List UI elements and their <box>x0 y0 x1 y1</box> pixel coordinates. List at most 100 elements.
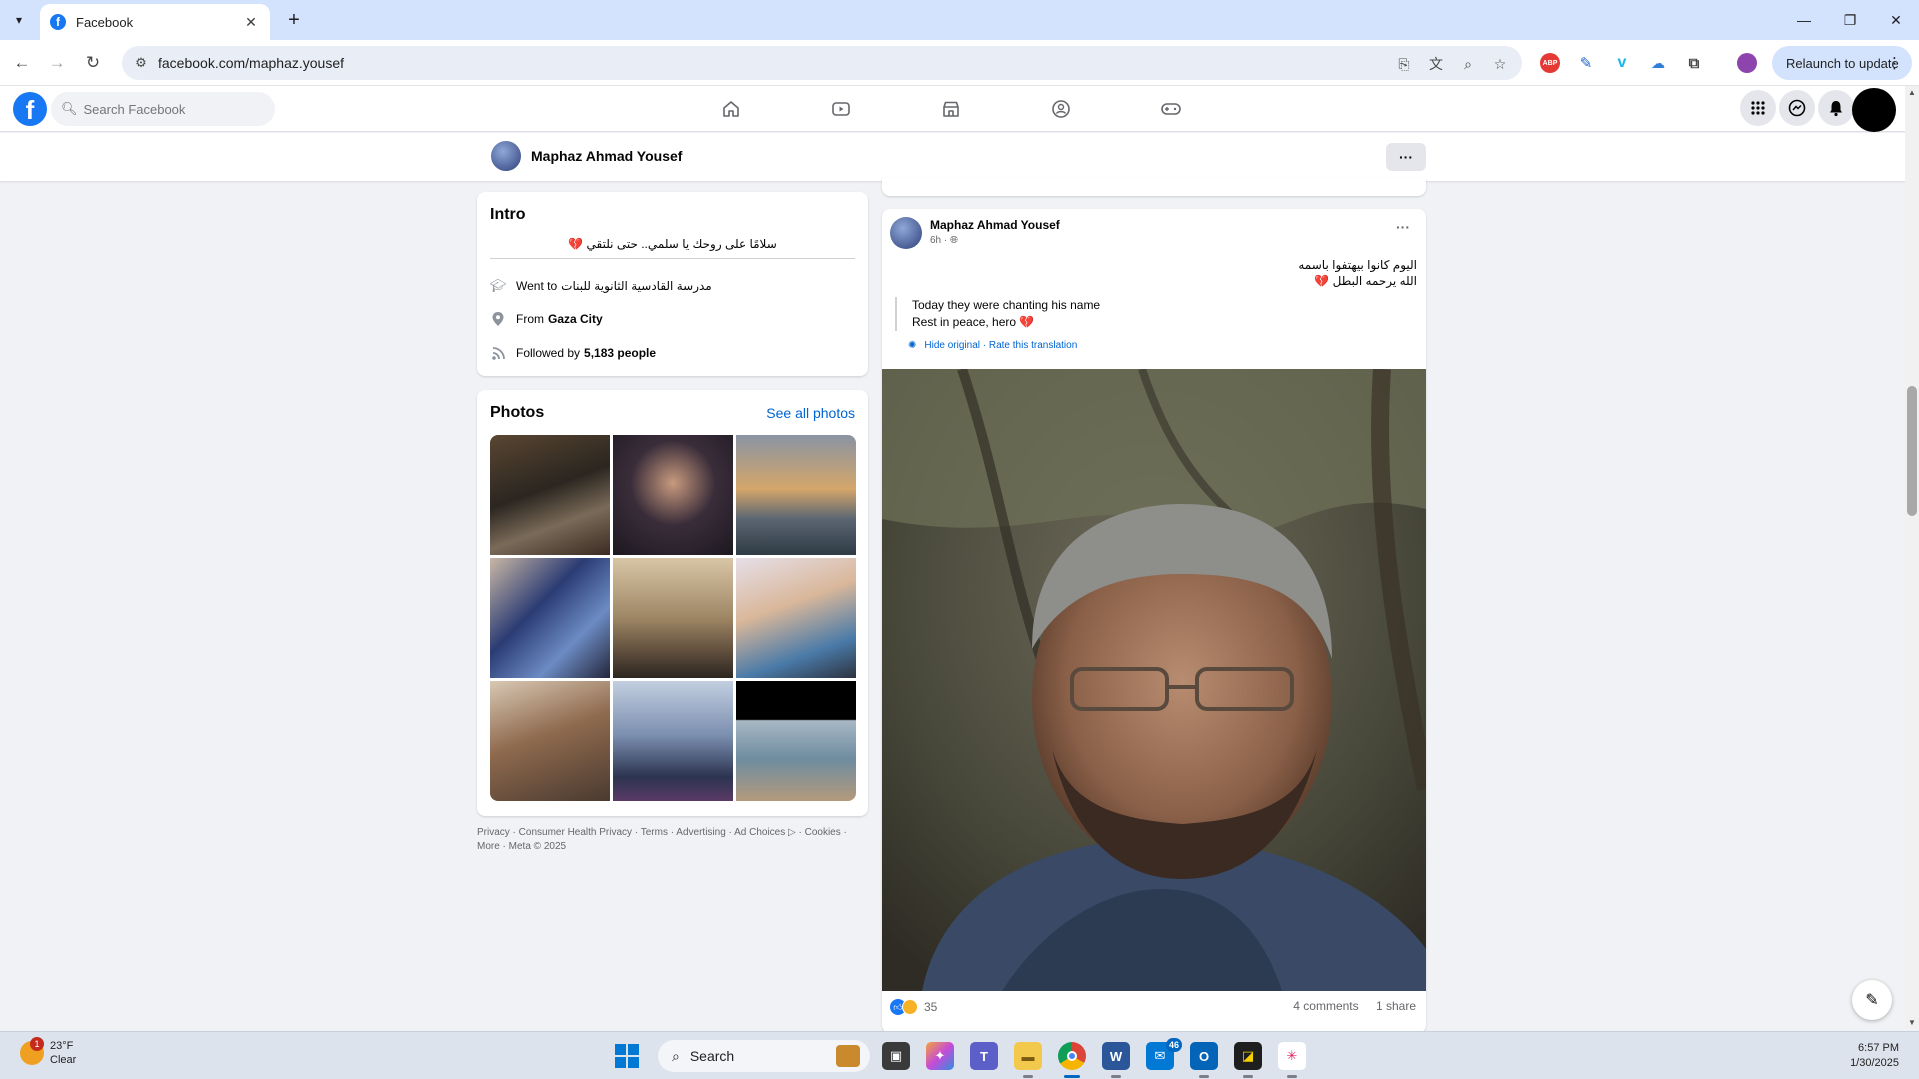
shares-count-link[interactable]: 1 share <box>1376 999 1416 1013</box>
translation-separator: · <box>979 340 989 351</box>
rate-translation-link[interactable]: Rate this translation <box>989 340 1077 351</box>
photo-thumbnail[interactable] <box>613 558 733 678</box>
translate-icon[interactable]: 文 <box>1426 54 1446 74</box>
post-photo[interactable] <box>882 369 1426 991</box>
photo-thumbnail[interactable] <box>613 681 733 801</box>
windows-taskbar: 1 23°F Clear ⌕ Search ▣ ✦ T ▬ W ✉ 46 O ◪ … <box>0 1031 1919 1079</box>
photo-thumbnail[interactable] <box>736 681 856 801</box>
copilot-icon[interactable]: ✦ <box>926 1042 954 1070</box>
sticky-notes-icon[interactable]: ◪ <box>1234 1042 1262 1078</box>
post-author-name[interactable]: Maphaz Ahmad Yousef <box>930 218 1060 232</box>
teams-icon[interactable]: T <box>970 1042 998 1070</box>
photo-thumbnail[interactable] <box>613 435 733 555</box>
post-options-button[interactable]: ··· <box>1396 219 1410 235</box>
address-url[interactable]: facebook.com/maphaz.yousef <box>158 55 344 71</box>
photo-thumbnail[interactable] <box>490 681 610 801</box>
marketplace-nav-icon[interactable] <box>921 94 981 124</box>
scroll-down-arrow-icon[interactable]: ▼ <box>1908 1018 1916 1027</box>
messenger-icon[interactable] <box>1779 90 1815 126</box>
system-clock[interactable]: 6:57 PM 1/30/2025 <box>1850 1041 1899 1071</box>
bookmark-star-icon[interactable]: ☆ <box>1490 54 1510 74</box>
minimize-window-icon[interactable]: — <box>1781 6 1827 34</box>
school-link[interactable]: مدرسة القادسية الثانوية للبنات <box>561 279 712 293</box>
file-explorer-icon[interactable]: ▬ <box>1014 1042 1042 1078</box>
extensions-puzzle-icon[interactable]: ⧉ <box>1684 53 1704 73</box>
profile-avatar[interactable] <box>489 139 523 173</box>
slack-icon[interactable]: ✳ <box>1278 1042 1306 1078</box>
new-tab-button[interactable]: + <box>282 8 306 32</box>
post-stats: 4 comments 1 share <box>1279 999 1416 1013</box>
scrollbar-thumb[interactable] <box>1907 386 1917 516</box>
task-view-icon[interactable]: ▣ <box>882 1042 910 1070</box>
browser-toolbar: ← → ↻ ⚙ facebook.com/maphaz.yousef ⎘ 文 ⌕… <box>0 40 1919 86</box>
close-tab-icon[interactable]: ✕ <box>242 14 260 31</box>
post-author-avatar[interactable] <box>890 217 922 249</box>
photo-thumbnail[interactable] <box>490 435 610 555</box>
word-icon[interactable]: W <box>1102 1042 1130 1078</box>
footer-meta[interactable]: More · Meta © 2025 <box>477 840 868 854</box>
page-scrollbar[interactable]: ▲ ▼ <box>1905 86 1919 1029</box>
profile-name[interactable]: Maphaz Ahmad Yousef <box>531 148 682 164</box>
hometown-link[interactable]: Gaza City <box>548 312 603 326</box>
see-all-photos-link[interactable]: See all photos <box>766 405 855 421</box>
home-nav-icon[interactable] <box>701 94 761 124</box>
reload-icon[interactable]: ↻ <box>81 51 105 75</box>
mail-unread-badge: 46 <box>1165 1038 1182 1052</box>
photos-card: Photos See all photos <box>477 390 868 816</box>
weather-widget[interactable]: 1 23°F Clear <box>20 1037 76 1067</box>
forward-arrow-icon[interactable]: → <box>45 51 69 75</box>
browser-menu-icon[interactable]: ⋮ <box>1887 54 1902 72</box>
zoom-icon[interactable]: ⌕ <box>1458 54 1478 74</box>
back-arrow-icon[interactable]: ← <box>10 51 34 75</box>
photo-thumbnail[interactable] <box>736 435 856 555</box>
vimeo-extension-icon[interactable]: v <box>1612 53 1632 73</box>
mail-icon[interactable]: ✉ 46 <box>1146 1038 1182 1070</box>
tab-search-button[interactable]: ▾ <box>8 9 30 31</box>
adblock-plus-icon[interactable]: ABP <box>1540 53 1560 73</box>
site-info-icon[interactable]: ⚙ <box>132 54 150 72</box>
address-bar[interactable]: ⚙ facebook.com/maphaz.yousef ⎘ 文 ⌕ ☆ <box>122 46 1522 80</box>
restore-window-icon[interactable]: ❐ <box>1827 6 1873 34</box>
groups-nav-icon[interactable] <box>1031 94 1091 124</box>
taskbar-search-box[interactable]: ⌕ Search <box>658 1040 870 1072</box>
video-nav-icon[interactable] <box>811 94 871 124</box>
notifications-bell-icon[interactable] <box>1818 90 1854 126</box>
post-card: Maphaz Ahmad Yousef 6h · 🌐︎ ··· اليوم كا… <box>882 209 1426 1033</box>
post-text-arabic-line2: الله يرحمه البطل 💔 <box>1314 274 1417 288</box>
intro-followers: Followed by 5,183 people <box>490 345 656 361</box>
browser-tab-facebook[interactable]: f Facebook ✕ <box>40 4 270 40</box>
close-window-icon[interactable]: ✕ <box>1873 6 1919 34</box>
app-running-indicator <box>1023 1075 1033 1078</box>
browser-profile-avatar[interactable] <box>1737 53 1757 73</box>
intro-bio: سلامًا على روحك يا سلمي.. حتى نلتقي 💔 <box>568 237 777 251</box>
account-avatar[interactable] <box>1852 88 1896 132</box>
gaming-nav-icon[interactable] <box>1141 94 1201 124</box>
install-app-icon[interactable]: ⎘ <box>1394 54 1414 74</box>
location-pin-icon <box>490 311 506 327</box>
pen-extension-icon[interactable]: ✎ <box>1576 53 1596 73</box>
post-reactions[interactable]: 👍︎ 35 <box>890 999 937 1015</box>
outlook-icon[interactable]: O <box>1190 1042 1218 1078</box>
facebook-search-input[interactable] <box>83 101 264 117</box>
new-message-compose-icon[interactable]: ✎ <box>1852 980 1892 1020</box>
cloud-extension-icon[interactable]: ☁ <box>1648 53 1668 73</box>
facebook-logo-icon[interactable]: f <box>13 92 47 126</box>
scroll-up-arrow-icon[interactable]: ▲ <box>1908 88 1916 97</box>
followers-link[interactable]: 5,183 people <box>584 346 656 360</box>
photo-thumbnail[interactable] <box>490 558 610 678</box>
comments-count-link[interactable]: 4 comments <box>1293 999 1358 1013</box>
translation-line2: Rest in peace, hero 💔 <box>912 315 1035 329</box>
hide-original-link[interactable]: Hide original <box>924 340 980 351</box>
translation-gear-icon: ✺ <box>908 340 917 351</box>
profile-more-button[interactable]: ··· <box>1386 143 1426 171</box>
facebook-search-box[interactable]: 🔍︎ <box>51 92 275 126</box>
windows-start-icon[interactable] <box>615 1044 639 1068</box>
translation-links: ✺ Hide original · Rate this translation <box>908 340 1077 351</box>
relaunch-to-update-button[interactable]: Relaunch to update ⋮ <box>1772 46 1912 80</box>
photo-thumbnail[interactable] <box>736 558 856 678</box>
chrome-icon[interactable] <box>1058 1042 1086 1078</box>
footer-links[interactable]: Privacy · Consumer Health Privacy · Term… <box>477 826 868 840</box>
menu-grid-icon[interactable] <box>1740 90 1776 126</box>
app-running-indicator <box>1243 1075 1253 1078</box>
post-timestamp[interactable]: 6h · 🌐︎ <box>930 235 958 246</box>
